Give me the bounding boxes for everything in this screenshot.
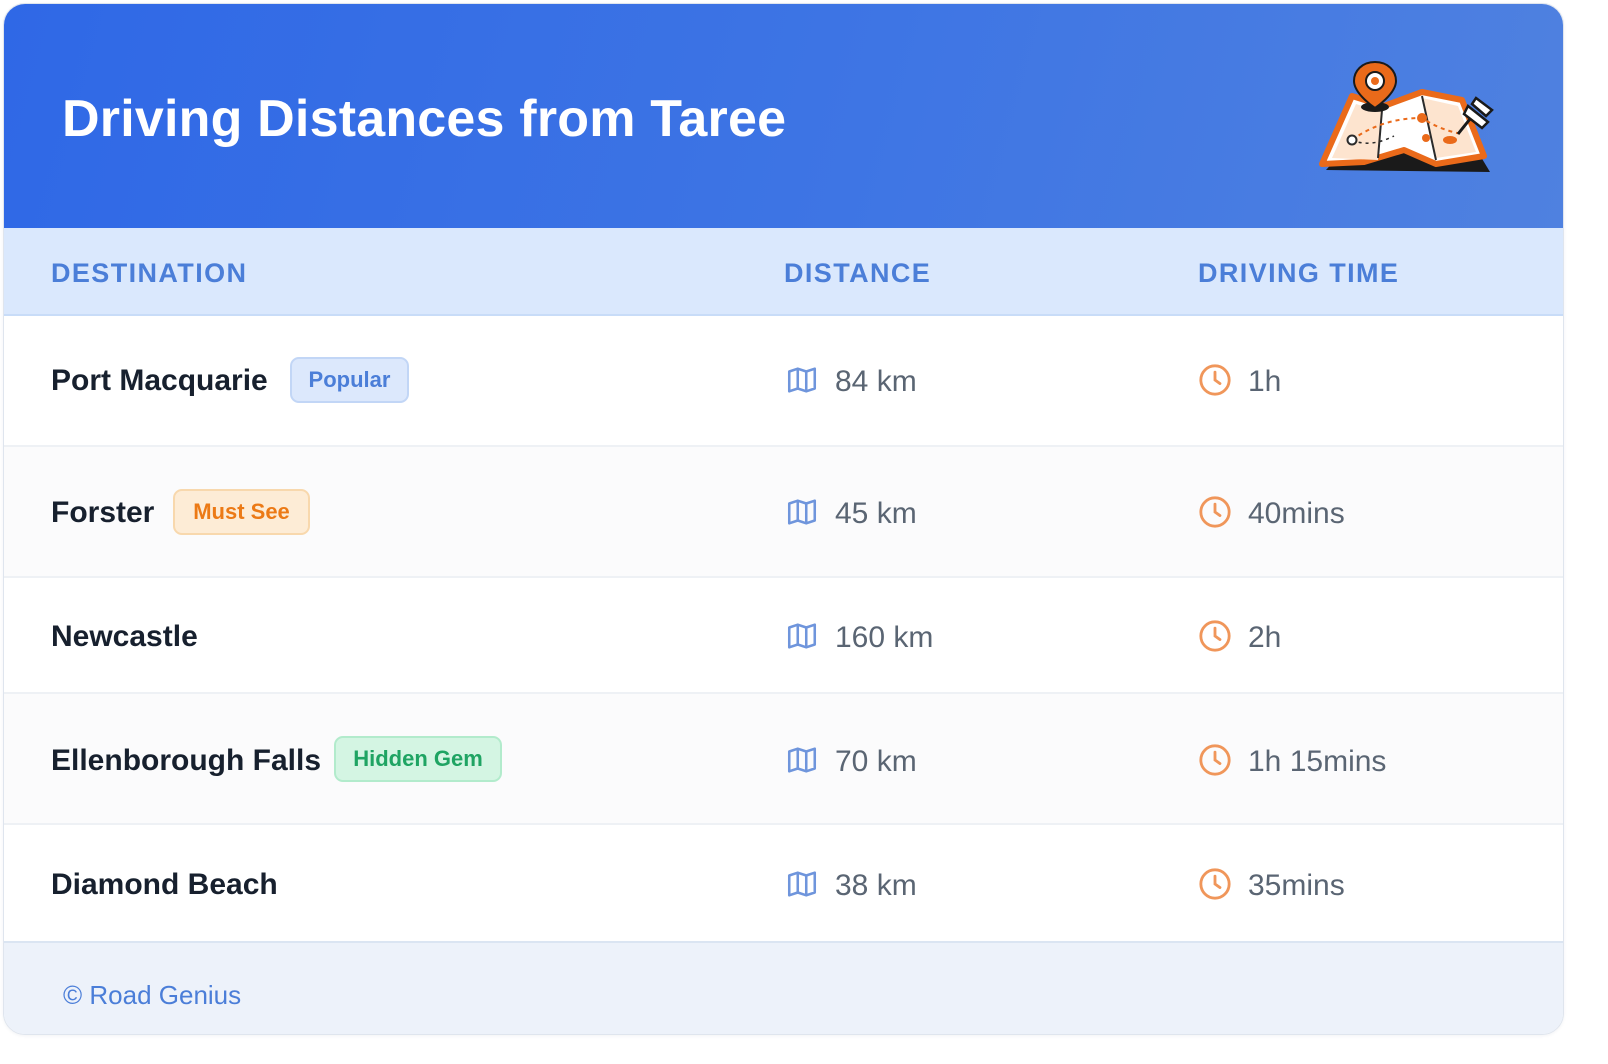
- destination-name: Port Macquarie: [51, 364, 268, 397]
- clock-icon: [1199, 620, 1231, 652]
- distance-value: 38 km: [835, 869, 917, 902]
- distance-value: 45 km: [835, 497, 917, 530]
- distance-value: 70 km: [835, 745, 917, 778]
- table-row[interactable]: Port Macquarie Popular 84 km 1h: [4, 316, 1563, 447]
- map-icon: [787, 747, 817, 773]
- distance-table-card: Driving Distances from Taree DESTINATION…: [3, 3, 1564, 1035]
- driving-time-value: 1h: [1248, 365, 1282, 398]
- page-title: Driving Distances from Taree: [62, 90, 787, 148]
- footer: © Road Genius: [4, 941, 1563, 1034]
- clock-icon: [1199, 868, 1231, 900]
- table-column-header: DESTINATION DISTANCE DRIVING TIME: [4, 228, 1563, 316]
- table-row[interactable]: Forster Must See 45 km 40mins: [4, 447, 1563, 578]
- hidden-gem-badge: Hidden Gem: [334, 736, 502, 782]
- column-header-driving-time[interactable]: DRIVING TIME: [1198, 257, 1399, 289]
- header-banner: Driving Distances from Taree: [4, 4, 1563, 228]
- driving-time-value: 35mins: [1248, 869, 1345, 902]
- destination-name: Diamond Beach: [51, 868, 278, 901]
- driving-time-value: 2h: [1248, 621, 1282, 654]
- clock-icon: [1199, 744, 1231, 776]
- folded-map-with-location-pin-icon: [1319, 60, 1494, 172]
- map-icon: [787, 367, 817, 393]
- popular-badge: Popular: [290, 357, 409, 403]
- column-header-distance[interactable]: DISTANCE: [784, 257, 931, 289]
- destination-name: Newcastle: [51, 620, 198, 653]
- distance-value: 84 km: [835, 365, 917, 398]
- destination-name: Forster: [51, 496, 155, 529]
- table-row[interactable]: Newcastle 160 km 2h: [4, 578, 1563, 694]
- clock-icon: [1199, 496, 1231, 528]
- copyright-credit: © Road Genius: [63, 980, 242, 1010]
- must-see-badge: Must See: [173, 489, 310, 535]
- map-icon: [787, 623, 817, 649]
- table-row[interactable]: Ellenborough Falls Hidden Gem 70 km 1h 1…: [4, 694, 1563, 825]
- destination-name: Ellenborough Falls: [51, 744, 322, 777]
- driving-time-value: 40mins: [1248, 497, 1345, 530]
- clock-icon: [1199, 364, 1231, 396]
- distance-value: 160 km: [835, 621, 934, 654]
- table-row[interactable]: Diamond Beach 38 km 35mins: [4, 825, 1563, 941]
- driving-time-value: 1h 15mins: [1248, 745, 1387, 778]
- map-icon: [787, 871, 817, 897]
- map-icon: [787, 499, 817, 525]
- column-header-destination[interactable]: DESTINATION: [51, 257, 247, 289]
